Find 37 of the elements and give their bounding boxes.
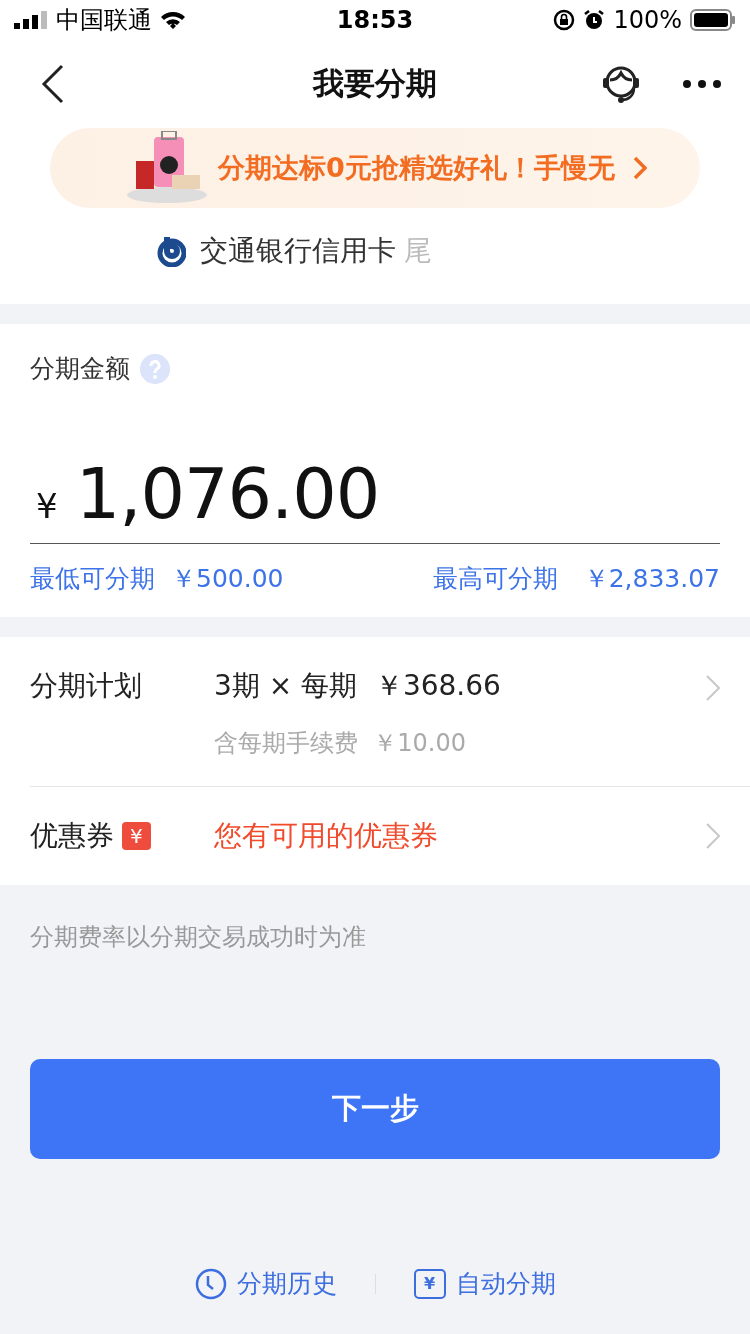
min-label: 最低可分期 [30, 564, 155, 593]
yen-cycle-icon: ¥ [413, 1268, 446, 1299]
chevron-right-icon [706, 823, 720, 849]
coupon-label: 优惠券 [30, 818, 114, 854]
fee-note: 含每期手续费 ￥10.00 [214, 728, 467, 759]
chevron-right-icon [706, 675, 720, 701]
carrier-name: 中国联通 [56, 5, 152, 36]
promo-banner[interactable]: 分期达标0元抢精选好礼！手慢无 [50, 128, 700, 208]
rotation-lock-icon [553, 9, 576, 31]
plan-summary: 3期 × 每期 ￥368.66 [214, 668, 502, 704]
plan-label: 分期计划 [30, 668, 143, 704]
chevron-right-icon [632, 156, 647, 180]
more-icon[interactable] [682, 79, 722, 89]
signal-icon [14, 11, 48, 29]
auto-installment-link[interactable]: ¥ 自动分期 [413, 1267, 556, 1300]
max-label: 最高可分期 [432, 564, 558, 593]
history-link[interactable]: 分期历史 [194, 1267, 337, 1300]
clock-icon [194, 1267, 227, 1300]
rate-note: 分期费率以分期交易成功时为准 [30, 922, 367, 953]
coupon-badge: ¥ [122, 822, 151, 850]
amount-label: 分期金额 [30, 353, 130, 385]
min-amount: ￥500.00 [171, 564, 284, 593]
promo-text: 分期达标0元抢精选好礼！手慢无 [218, 151, 615, 185]
page-title: 我要分期 [313, 65, 437, 101]
wifi-icon [160, 10, 186, 30]
max-amount: ￥2,833.07 [583, 564, 720, 593]
battery-icon [690, 9, 736, 31]
amount-field[interactable]: ¥ 1,076.00 [30, 453, 720, 544]
next-button[interactable]: 下一步 [30, 1059, 720, 1159]
clock-time: 18:53 [336, 6, 414, 34]
battery-percent: 100% [613, 6, 682, 34]
coupon-hint: 您有可用的优惠券 [214, 819, 438, 852]
back-icon[interactable] [40, 64, 66, 104]
card-name: 交通银行信用卡 尾 [200, 233, 432, 269]
alarm-icon [583, 9, 606, 31]
plan-row[interactable]: 分期计划 3期 × 每期 ￥368.66 含每期手续费 ￥10.00 [30, 637, 750, 787]
coupon-row[interactable]: 优惠券 ¥ 您有可用的优惠券 [30, 787, 750, 885]
